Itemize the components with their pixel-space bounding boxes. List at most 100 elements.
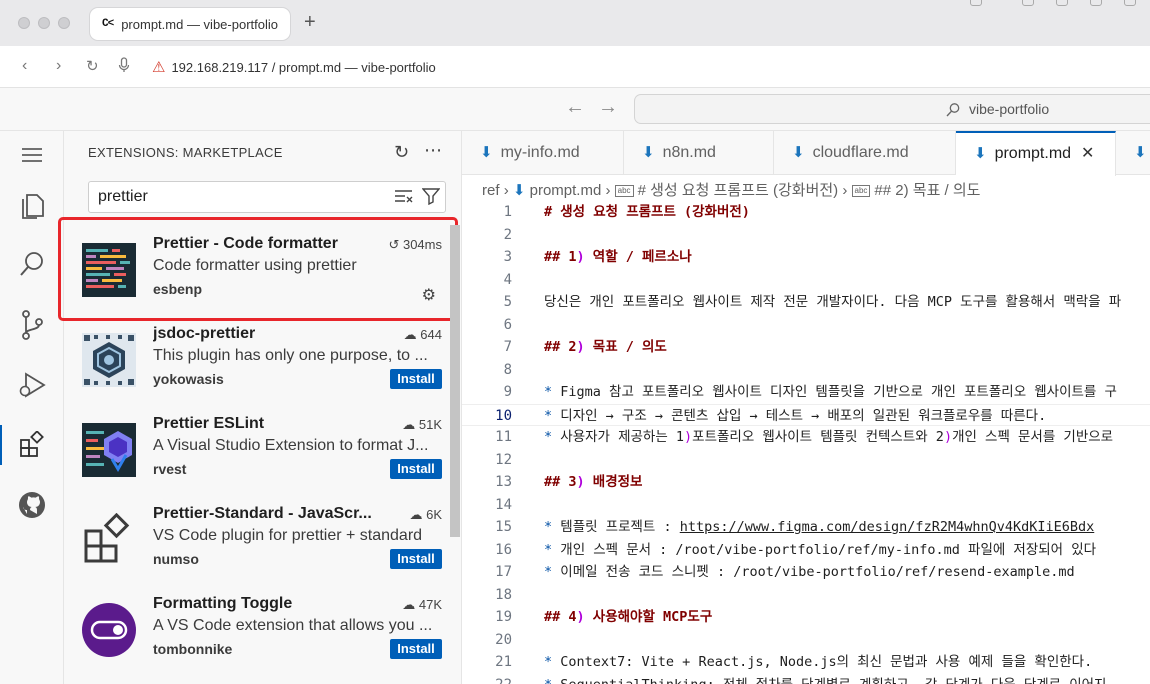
breadcrumb-folder[interactable]: ref bbox=[482, 182, 500, 199]
code-line[interactable]: 17 * 이메일 전송 코드 스니펫 : /root/vibe-portfolio… bbox=[462, 561, 1150, 584]
code-line[interactable]: 12 bbox=[462, 449, 1150, 472]
extension-name: Prettier - Code formatter bbox=[153, 235, 338, 252]
code-line[interactable]: 19 ## 4) 사용해야할 MCP도구 bbox=[462, 606, 1150, 629]
line-number: 19 bbox=[495, 609, 512, 625]
code-line[interactable]: 8 bbox=[462, 359, 1150, 382]
tab-overflow[interactable]: ⬇ bbox=[1116, 131, 1150, 175]
extension-item[interactable]: Formatting Toggle A VS Code extension th… bbox=[64, 583, 448, 673]
code-line[interactable]: 6 bbox=[462, 314, 1150, 337]
search-icon[interactable] bbox=[0, 241, 64, 289]
toolbar-icon[interactable] bbox=[1124, 0, 1136, 6]
code-line[interactable]: 4 bbox=[462, 269, 1150, 292]
refresh-icon[interactable]: ↻ bbox=[394, 142, 409, 163]
window-close-button[interactable] bbox=[18, 17, 30, 29]
code-line[interactable]: 2 bbox=[462, 224, 1150, 247]
code-line[interactable]: 10 * 디자인 → 구조 → 콘텐츠 삽입 → 테스트 → 배포의 일관된 워크… bbox=[462, 403, 1150, 426]
toolbar-icon[interactable] bbox=[1022, 0, 1034, 6]
code-line[interactable]: 15 * 템플릿 프로젝트 : https://www.figma.com/des… bbox=[462, 516, 1150, 539]
code-line[interactable]: 18 bbox=[462, 584, 1150, 607]
clear-filter-icon[interactable] bbox=[394, 186, 414, 216]
microphone-icon[interactable] bbox=[118, 57, 130, 78]
tab-n8n[interactable]: ⬇ n8n.md bbox=[624, 131, 774, 175]
toolbar-icon[interactable] bbox=[1090, 0, 1102, 6]
code-line[interactable]: 22 * SequentialThinking: 전체 절차를 단계별로 계획하고… bbox=[462, 674, 1150, 684]
code-line[interactable]: 5 당신은 개인 포트폴리오 웹사이트 제작 전문 개발자이다. 다음 MCP 도… bbox=[462, 291, 1150, 314]
scrollbar[interactable] bbox=[450, 225, 460, 537]
gear-icon[interactable]: ⚙ bbox=[422, 285, 436, 305]
line-number: 3 bbox=[503, 249, 512, 265]
tab-my-info[interactable]: ⬇ my-info.md bbox=[462, 131, 624, 175]
reload-icon[interactable]: ↻ bbox=[86, 57, 99, 75]
code-line[interactable]: 3 ## 1) 역할 / 페르소나 bbox=[462, 246, 1150, 269]
code-line[interactable]: 11 * 사용자가 제공하는 1)포트폴리오 웹사이트 템플릿 컨텍스트와 2)개… bbox=[462, 426, 1150, 449]
install-button[interactable]: Install bbox=[390, 459, 442, 479]
more-actions-icon[interactable]: ⋯ bbox=[424, 140, 443, 161]
extension-search-input[interactable]: prettier bbox=[88, 181, 446, 213]
command-center-label: vibe-portfolio bbox=[969, 101, 1050, 117]
extension-item[interactable]: jsdoc-prettier This plugin has only one … bbox=[64, 313, 448, 403]
code-editor[interactable]: 1 # 생성 요청 프롬프트 (강화버전) 2 3 ## 1) 역할 / 페르소나 4 5 당… bbox=[462, 201, 1150, 684]
extension-default-icon bbox=[82, 512, 136, 567]
code-line[interactable]: 16 * 개인 스펙 문서 : /root/vibe-portfolio/ref/… bbox=[462, 539, 1150, 562]
vscode-title-bar: ← → vibe-portfolio bbox=[0, 88, 1150, 131]
install-button[interactable]: Install bbox=[390, 639, 442, 659]
github-icon[interactable] bbox=[0, 481, 64, 529]
install-button[interactable]: Install bbox=[390, 369, 442, 389]
sidebar-title: EXTENSIONS: MARKETPLACE bbox=[88, 145, 283, 160]
address-bar: ‹ › ↻ ⚠ 192.168.219.117 / prompt.md — vi… bbox=[0, 46, 1150, 88]
menu-icon[interactable] bbox=[0, 131, 64, 179]
code-line[interactable]: 7 ## 2) 목표 / 의도 bbox=[462, 336, 1150, 359]
back-icon[interactable]: ‹ bbox=[22, 57, 27, 75]
tab-cloudflare[interactable]: ⬇ cloudflare.md bbox=[774, 131, 956, 175]
extension-item[interactable]: Prettier-Standard - JavaScr... VS Code p… bbox=[64, 493, 448, 583]
extensions-sidebar: EXTENSIONS: MARKETPLACE ↻ ⋯ prettier Pre… bbox=[58, 131, 462, 684]
extensions-icon[interactable] bbox=[0, 421, 64, 469]
line-text: ## 3) 배경정보 bbox=[544, 474, 643, 490]
editor-area: ⬇ my-info.md ⬇ n8n.md ⬇ cloudflare.md ⬇ prom… bbox=[462, 131, 1150, 684]
extension-description: A VS Code extension that allows you ... bbox=[153, 617, 433, 634]
history-icon: ↺ bbox=[388, 237, 400, 252]
toolbar-icon[interactable] bbox=[970, 0, 982, 6]
window-zoom-button[interactable] bbox=[58, 17, 70, 29]
line-number: 8 bbox=[503, 361, 512, 378]
forward-icon[interactable]: › bbox=[56, 57, 61, 75]
code-line[interactable]: 14 bbox=[462, 494, 1150, 517]
extension-item[interactable]: Prettier - Code formatter Code formatter… bbox=[58, 217, 458, 321]
go-back-icon[interactable]: ← bbox=[565, 96, 585, 119]
breadcrumb-heading-2[interactable]: ## 2) 목표 / 의도 bbox=[874, 182, 980, 199]
extension-item[interactable]: Prettier ESLint A Visual Studio Extensio… bbox=[64, 403, 448, 493]
filter-icon[interactable] bbox=[421, 186, 441, 216]
extension-publisher: numso bbox=[153, 551, 199, 567]
code-line[interactable]: 1 # 생성 요청 프롬프트 (강화버전) bbox=[462, 201, 1150, 224]
code-line[interactable]: 21 * Context7: Vite + React.js, Node.js의 … bbox=[462, 651, 1150, 674]
explorer-icon[interactable] bbox=[0, 181, 64, 229]
extension-description: VS Code plugin for prettier + standard bbox=[153, 527, 423, 544]
line-text: # 생성 요청 프롬프트 (강화버전) bbox=[544, 204, 750, 220]
new-tab-button[interactable]: + bbox=[304, 11, 316, 34]
window-minimize-button[interactable] bbox=[38, 17, 50, 29]
go-forward-icon[interactable]: → bbox=[598, 96, 618, 119]
install-button[interactable]: Install bbox=[390, 549, 442, 569]
activation-time: ↺ 304ms bbox=[388, 237, 442, 253]
close-icon[interactable]: ✕ bbox=[1081, 145, 1094, 162]
breadcrumb: ref › ⬇ prompt.md › abc # 생성 요청 프롬프트 (강화버… bbox=[482, 179, 980, 200]
code-line[interactable]: 20 bbox=[462, 629, 1150, 652]
breadcrumb-heading-1[interactable]: # 생성 요청 프롬프트 (강화버전) bbox=[638, 182, 839, 199]
line-number: 17 bbox=[495, 564, 512, 580]
download-count-value: 6K bbox=[426, 507, 442, 522]
breadcrumb-file[interactable]: prompt.md bbox=[530, 182, 602, 199]
favicon-icon: C< bbox=[102, 18, 114, 30]
source-control-icon[interactable] bbox=[0, 301, 64, 349]
tab-prompt[interactable]: ⬇ prompt.md ✕ bbox=[956, 131, 1116, 176]
code-line[interactable]: 9 * Figma 참고 포트폴리오 웹사이트 디자인 템플릿을 기반으로 개인 … bbox=[462, 381, 1150, 404]
command-center[interactable]: vibe-portfolio bbox=[634, 94, 1150, 124]
line-number: 12 bbox=[495, 451, 512, 468]
line-number: 6 bbox=[503, 316, 512, 333]
line-text: * 템플릿 프로젝트 : https://www.figma.com/desig… bbox=[544, 519, 1095, 535]
download-count: ☁ 47K bbox=[402, 597, 442, 613]
browser-tab[interactable]: C< prompt.md — vibe-portfolio bbox=[90, 8, 290, 40]
run-debug-icon[interactable] bbox=[0, 361, 64, 409]
code-line[interactable]: 13 ## 3) 배경정보 bbox=[462, 471, 1150, 494]
toolbar-icon[interactable] bbox=[1056, 0, 1068, 6]
url-field[interactable]: ⚠ 192.168.219.117 / prompt.md — vibe-por… bbox=[152, 58, 436, 76]
